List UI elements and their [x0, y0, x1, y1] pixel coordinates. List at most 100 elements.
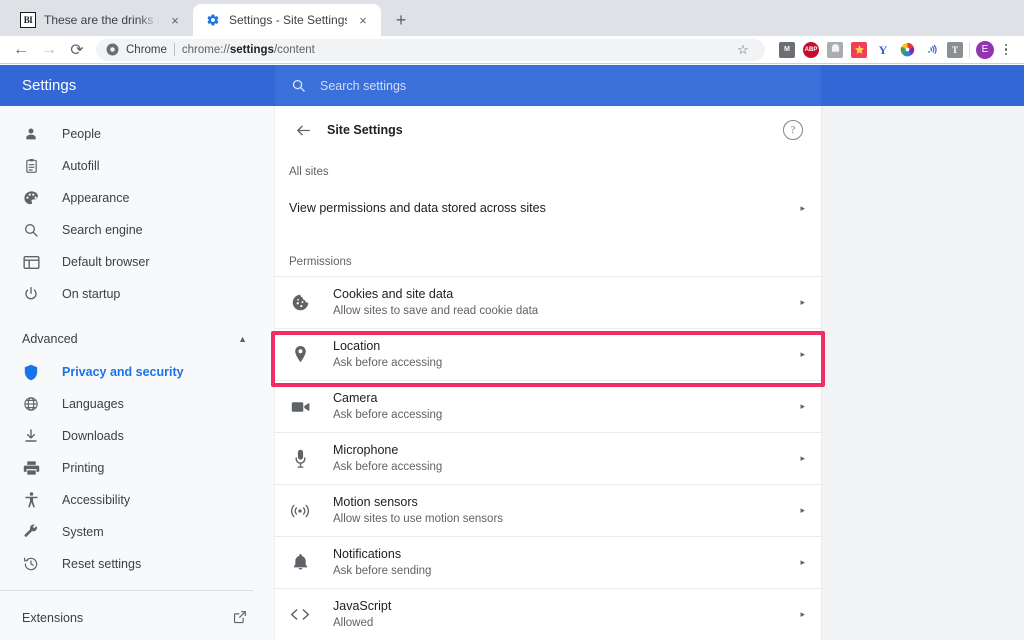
omnibox-divider [173, 43, 175, 56]
sidebar-advanced-toggle[interactable]: Advanced ▲ [0, 322, 275, 356]
new-tab-button[interactable]: + [387, 6, 415, 34]
browser-window: BI These are the drinks bartenders × Set… [0, 0, 1024, 640]
todoist-extension-icon[interactable]: T [947, 41, 963, 58]
tab-strip: BI These are the drinks bartenders × Set… [0, 0, 1024, 36]
permission-subtitle: Allow sites to use motion sensors [333, 513, 504, 525]
permission-title: Location [333, 339, 381, 353]
sidebar-item-system[interactable]: System [0, 516, 275, 548]
sidebar-item-search-engine[interactable]: Search engine [0, 214, 275, 246]
chevron-right-icon: ▸ [800, 453, 805, 463]
clipboard-icon [22, 157, 40, 175]
profile-avatar[interactable]: E [976, 40, 994, 59]
browser-tab-active[interactable]: Settings - Site Settings × [193, 4, 381, 36]
sidebar-item-autofill[interactable]: Autofill [0, 150, 275, 182]
omnibox-chip-label: Chrome [126, 43, 167, 56]
chevron-right-icon: ▸ [800, 505, 805, 515]
permission-text: Camera Ask before accessing [333, 390, 795, 423]
sidebar-item-privacy-and-security[interactable]: Privacy and security [0, 356, 275, 388]
permissions-section-label: Permissions [289, 256, 352, 268]
sidebar-item-extensions[interactable]: Extensions [0, 601, 275, 635]
permission-title: Notifications [333, 547, 402, 561]
chevron-right-icon: ▸ [800, 557, 805, 567]
permission-text: Cookies and site data Allow sites to sav… [333, 286, 795, 319]
pocket-extension-icon[interactable] [851, 41, 867, 58]
browser-toolbar: ← → ⟳ Chrome chrome://settings/content ☆… [0, 36, 1024, 64]
sidebar-item-appearance[interactable]: Appearance [0, 182, 275, 214]
sidebar-item-label: Languages [62, 397, 124, 411]
toolbar-divider [969, 41, 970, 58]
permission-subtitle: Allow sites to save and read cookie data [333, 305, 539, 317]
power-icon [22, 285, 40, 303]
extension-icon-row: M ABP Y T [773, 41, 963, 58]
address-bar[interactable]: Chrome chrome://settings/content ☆ [96, 38, 765, 62]
search-settings-input[interactable]: Search settings [275, 65, 821, 106]
permission-row-javascript[interactable]: JavaScript Allowed ▸ [275, 588, 821, 640]
sidebar-item-label: Accessibility [62, 493, 131, 507]
permission-title: Microphone [333, 443, 399, 457]
advanced-label: Advanced [22, 332, 78, 346]
sidebar-item-label: Search engine [62, 223, 143, 237]
code-brackets-icon [289, 604, 311, 626]
bookmark-star-icon[interactable]: ☆ [731, 38, 755, 62]
business-insider-favicon: BI [20, 12, 36, 28]
search-icon [291, 78, 306, 93]
help-icon[interactable]: ? [783, 120, 803, 140]
color-picker-extension-icon[interactable] [899, 41, 915, 58]
camera-icon [289, 396, 311, 418]
browser-window-icon [22, 253, 40, 271]
accessibility-icon [22, 491, 40, 509]
permission-row-notifications[interactable]: Notifications Ask before sending ▸ [275, 536, 821, 588]
tab-title: These are the drinks bartenders [44, 13, 159, 27]
page-title: Site Settings [327, 123, 403, 137]
sidebar-item-label: People [62, 127, 101, 141]
chevron-right-icon: ▸ [800, 349, 805, 359]
permission-row-cookies-and-site-data[interactable]: Cookies and site data Allow sites to sav… [275, 276, 821, 328]
adblock-plus-extension-icon[interactable]: ABP [803, 41, 819, 58]
permission-text: Location Ask before accessing [333, 338, 795, 371]
extensions-label: Extensions [22, 611, 84, 625]
sidebar-item-languages[interactable]: Languages [0, 388, 275, 420]
tab-title: Settings - Site Settings [229, 13, 347, 27]
printer-icon [22, 459, 40, 477]
globe-icon [22, 395, 40, 413]
sidebar-item-about-chrome[interactable]: About Chrome [0, 635, 275, 640]
row-view-permissions[interactable]: View permissions and data stored across … [275, 186, 821, 230]
wifi-cast-extension-icon[interactable] [923, 41, 939, 58]
sidebar-item-label: Appearance [62, 191, 130, 205]
sidebar-item-label: Printing [62, 461, 105, 475]
sidebar-item-label: Privacy and security [62, 365, 184, 379]
sidebar-item-reset-settings[interactable]: Reset settings [0, 548, 275, 580]
sidebar-item-label: Autofill [62, 159, 100, 173]
chevron-right-icon: ▸ [800, 401, 805, 411]
grammarly-extension-icon[interactable]: M [779, 41, 795, 58]
sidebar-item-downloads[interactable]: Downloads [0, 420, 275, 452]
settings-app-title: Settings [22, 77, 77, 94]
sidebar-item-default-browser[interactable]: Default browser [0, 246, 275, 278]
permission-row-motion-sensors[interactable]: Motion sensors Allow sites to use motion… [275, 484, 821, 536]
reload-icon[interactable]: ⟳ [64, 37, 90, 63]
yandex-extension-icon[interactable]: Y [875, 41, 891, 58]
settings-page: Settings Search settings People Autofill… [0, 65, 1024, 640]
close-icon[interactable]: × [167, 12, 183, 28]
ghostery-extension-icon[interactable] [827, 41, 843, 58]
browser-tab-inactive[interactable]: BI These are the drinks bartenders × [8, 4, 193, 36]
permission-row-camera[interactable]: Camera Ask before accessing ▸ [275, 380, 821, 432]
history-icon [22, 555, 40, 573]
back-icon[interactable]: ← [8, 37, 34, 63]
sidebar-item-accessibility[interactable]: Accessibility [0, 484, 275, 516]
permission-subtitle: Ask before accessing [333, 461, 443, 473]
permission-row-microphone[interactable]: Microphone Ask before accessing ▸ [275, 432, 821, 484]
wrench-icon [22, 523, 40, 541]
chrome-menu-button[interactable] [996, 39, 1016, 61]
sidebar-item-on-startup[interactable]: On startup [0, 278, 275, 310]
permission-title: Cookies and site data [333, 287, 454, 301]
permission-row-location[interactable]: Location Ask before accessing ▸ [275, 328, 821, 380]
forward-icon[interactable]: → [36, 37, 62, 63]
cookie-icon [289, 292, 311, 314]
permission-subtitle: Ask before accessing [333, 357, 443, 369]
back-arrow-icon[interactable] [289, 116, 317, 144]
sidebar-item-people[interactable]: People [0, 118, 275, 150]
sidebar-item-printing[interactable]: Printing [0, 452, 275, 484]
palette-icon [22, 189, 40, 207]
close-icon[interactable]: × [355, 12, 371, 28]
